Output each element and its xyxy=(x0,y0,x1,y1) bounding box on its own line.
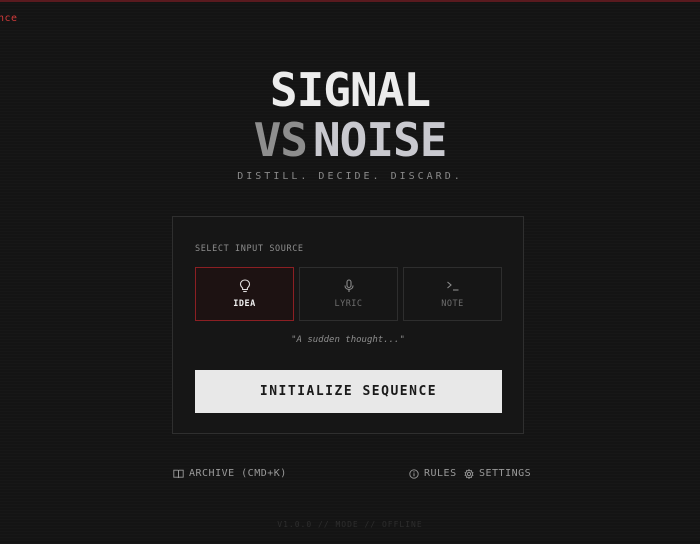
source-option-label: NOTE xyxy=(441,299,464,309)
source-option-note[interactable]: NOTE xyxy=(403,267,502,321)
terminal-icon xyxy=(404,278,501,294)
book-icon xyxy=(173,469,184,478)
rules-link[interactable]: RULES xyxy=(409,468,457,479)
version-info: V1.0.0 // MODE // OFFLINE xyxy=(277,520,423,529)
lightbulb-icon xyxy=(196,278,293,294)
settings-label: SETTINGS xyxy=(479,468,532,479)
microphone-icon xyxy=(300,278,397,294)
top-accent-line xyxy=(0,0,700,2)
source-option-idea[interactable]: IDEA xyxy=(195,267,294,321)
archive-label: ARCHIVE (CMD+K) xyxy=(189,468,287,479)
archive-link[interactable]: ARCHIVE (CMD+K) xyxy=(173,468,287,479)
title-vs: VS xyxy=(253,113,308,167)
info-circle-icon xyxy=(409,468,419,479)
corner-label: nce xyxy=(0,13,18,24)
source-label: SELECT INPUT SOURCE xyxy=(195,244,304,254)
gear-icon xyxy=(464,468,474,479)
title-line-2: VS NOISE xyxy=(0,112,700,168)
title-signal: SIGNAL xyxy=(269,63,431,117)
initialize-sequence-button[interactable]: INITIALIZE SEQUENCE xyxy=(195,370,502,413)
input-hint: "A sudden thought..." xyxy=(291,335,405,345)
source-option-label: LYRIC xyxy=(334,299,363,309)
input-panel: SELECT INPUT SOURCE IDEA LYRIC NOTE "A s… xyxy=(172,216,524,434)
title-noise: NOISE xyxy=(312,113,447,167)
settings-link[interactable]: SETTINGS xyxy=(464,468,531,479)
source-option-label: IDEA xyxy=(233,299,256,309)
rules-label: RULES xyxy=(424,468,457,479)
tagline: DISTILL. DECIDE. DISCARD. xyxy=(237,171,463,182)
source-option-lyric[interactable]: LYRIC xyxy=(299,267,398,321)
